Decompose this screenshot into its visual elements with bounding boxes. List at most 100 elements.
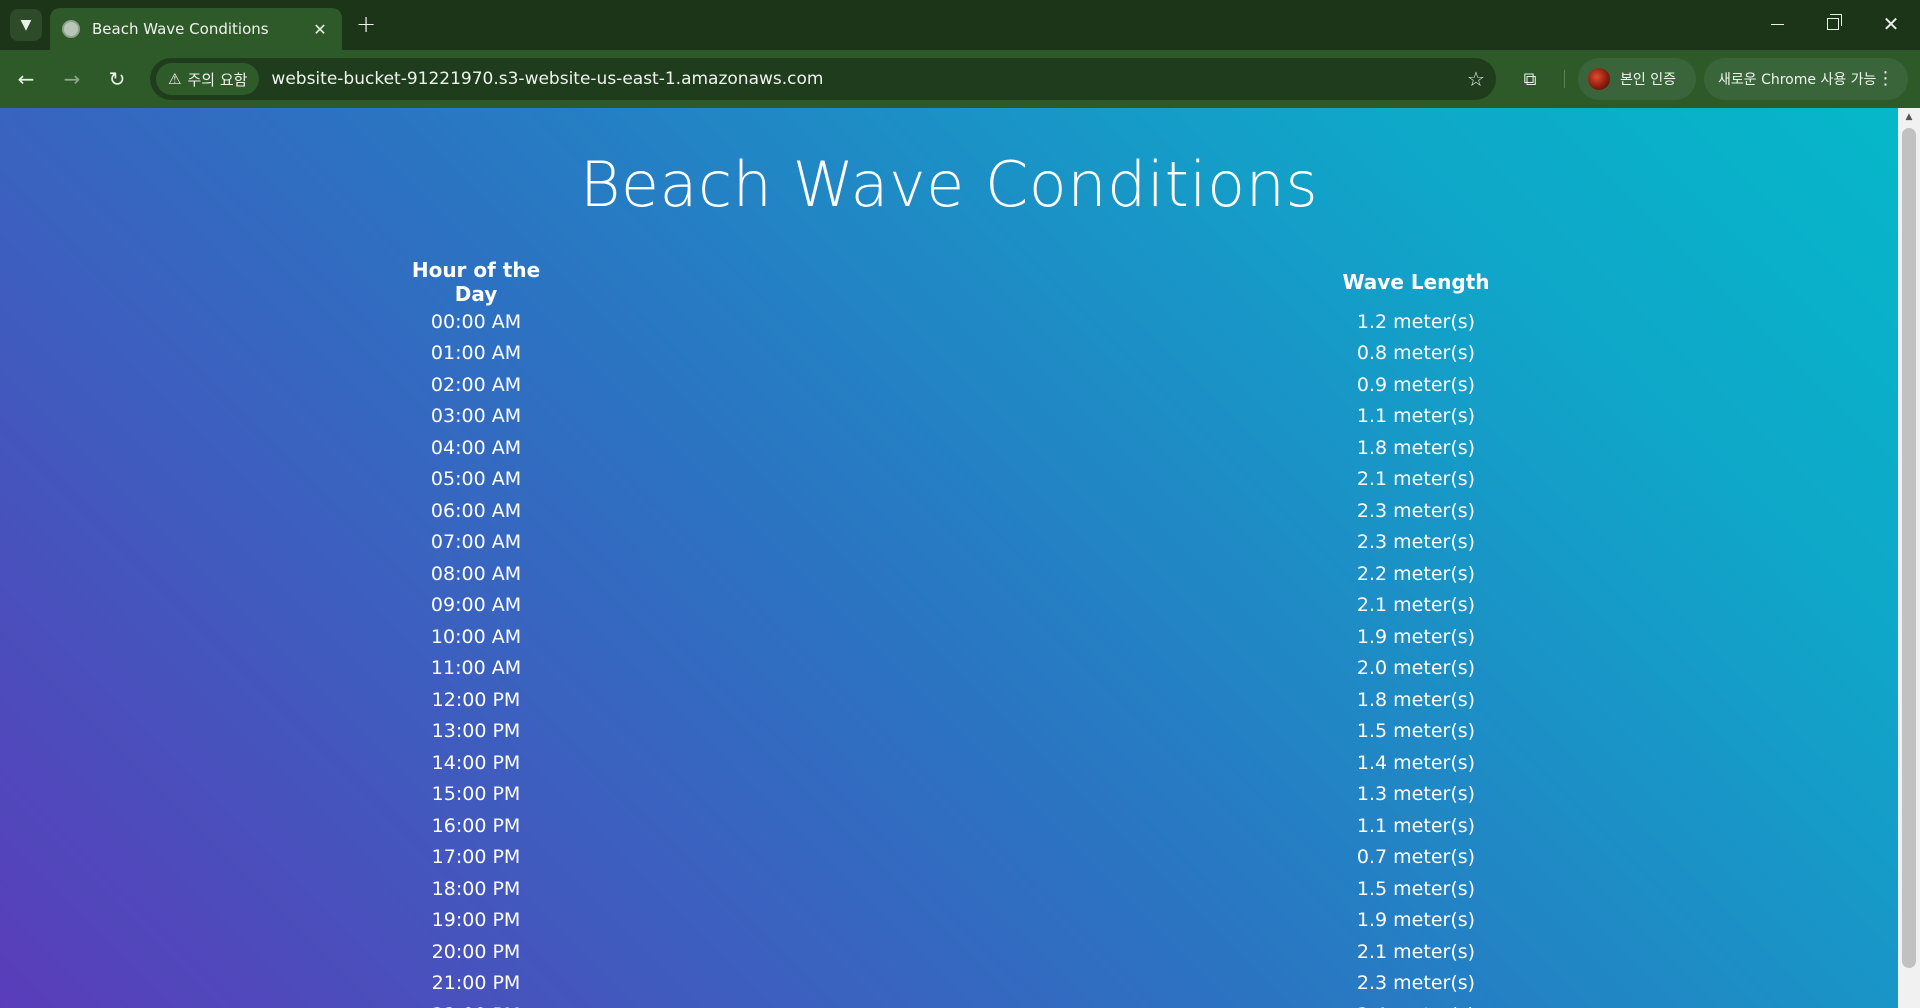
browser-toolbar: ← → ↻ ⚠ 주의 요함 website-bucket-91221970.s3… xyxy=(0,50,1920,108)
wave-length-cell: 1.5 meter(s) xyxy=(1356,720,1476,743)
table-row: 18:00 PM 1.5 meter(s) xyxy=(396,873,1496,905)
page-title: Beach Wave Conditions xyxy=(579,148,1319,221)
hour-cell: 04:00 AM xyxy=(430,436,522,459)
hour-cell: 00:00 AM xyxy=(430,310,522,333)
table-row: 15:00 PM 1.3 meter(s) xyxy=(396,779,1496,811)
hour-cell: 20:00 PM xyxy=(431,940,521,963)
table-row: 05:00 AM 2.1 meter(s) xyxy=(396,464,1496,496)
table-row: 11:00 AM 2.0 meter(s) xyxy=(396,653,1496,685)
hour-cell: 22:00 PM xyxy=(396,999,556,1008)
tab-strip: ▼ Beach Wave Conditions ✕ + ✕ xyxy=(0,0,1920,50)
arrow-right-icon[interactable]: → xyxy=(56,63,88,95)
wave-conditions-table: Hour of the Day Wave Length 00:00 AM 1.2 … xyxy=(396,258,1496,1008)
wave-length-cell: 1.1 meter(s) xyxy=(1356,405,1476,428)
hour-cell: 08:00 AM xyxy=(430,562,522,585)
scroll-thumb[interactable] xyxy=(1902,128,1916,968)
vertical-scrollbar[interactable]: ▲ xyxy=(1898,108,1920,1008)
wave-length-cell: 2.3 meter(s) xyxy=(1356,972,1476,995)
table-row: 01:00 AM 0.8 meter(s) xyxy=(396,338,1496,370)
browser-tab[interactable]: Beach Wave Conditions ✕ xyxy=(50,8,342,50)
wave-length-cell: 2.3 meter(s) xyxy=(1356,499,1476,522)
table-row: 08:00 AM 2.2 meter(s) xyxy=(396,558,1496,590)
table-header-row: Hour of the Day Wave Length xyxy=(396,258,1496,306)
page-viewport: Beach Wave Conditions Hour of the Day Wa… xyxy=(0,108,1920,1008)
table-row: 21:00 PM 2.3 meter(s) xyxy=(396,968,1496,1000)
wave-length-cell: 1.8 meter(s) xyxy=(1356,688,1476,711)
profile-label: 본인 인증 xyxy=(1620,72,1676,88)
table-row: 19:00 PM 1.9 meter(s) xyxy=(396,905,1496,937)
table-row: 03:00 AM 1.1 meter(s) xyxy=(396,401,1496,433)
chevron-down-icon[interactable]: ▼ xyxy=(10,9,42,41)
hour-cell: 18:00 PM xyxy=(431,877,521,900)
tab-title: Beach Wave Conditions xyxy=(92,20,269,38)
plus-icon[interactable]: + xyxy=(352,10,380,38)
table-row: 12:00 PM 1.8 meter(s) xyxy=(396,684,1496,716)
security-label: 주의 요함 xyxy=(187,70,248,89)
hour-cell: 05:00 AM xyxy=(430,468,522,491)
hour-cell: 02:00 AM xyxy=(430,373,522,396)
table-row: 17:00 PM 0.7 meter(s) xyxy=(396,842,1496,874)
wave-length-cell: 2.3 meter(s) xyxy=(1356,531,1476,554)
table-row: 10:00 AM 1.9 meter(s) xyxy=(396,621,1496,653)
wave-length-cell: 2.1 meter(s) xyxy=(1356,468,1476,491)
table-row: 00:00 AM 1.2 meter(s) xyxy=(396,306,1496,338)
table-row: 16:00 PM 1.1 meter(s) xyxy=(396,810,1496,842)
minimize-button[interactable] xyxy=(1754,8,1800,40)
column-header-hour: Hour of the Day xyxy=(411,258,541,306)
wave-length-cell: 1.9 meter(s) xyxy=(1356,625,1476,648)
wave-length-cell: 2.2 meter(s) xyxy=(1356,562,1476,585)
table-row: 06:00 AM 2.3 meter(s) xyxy=(396,495,1496,527)
table-row: 22:00 PM 2.4 meter(s) xyxy=(396,999,1496,1008)
wave-length-cell: 2.1 meter(s) xyxy=(1356,594,1476,617)
wave-length-cell: 1.2 meter(s) xyxy=(1356,310,1476,333)
table-row: 09:00 AM 2.1 meter(s) xyxy=(396,590,1496,622)
column-header-wave-length: Wave Length xyxy=(1342,270,1490,294)
table-row: 04:00 AM 1.8 meter(s) xyxy=(396,432,1496,464)
table-row: 13:00 PM 1.5 meter(s) xyxy=(396,716,1496,748)
globe-icon xyxy=(62,20,80,38)
wave-length-cell: 1.5 meter(s) xyxy=(1356,877,1476,900)
hour-cell: 19:00 PM xyxy=(431,909,521,932)
hour-cell: 16:00 PM xyxy=(431,814,521,837)
avatar xyxy=(1588,68,1610,90)
hour-cell: 17:00 PM xyxy=(431,846,521,869)
hour-cell: 21:00 PM xyxy=(431,972,521,995)
wave-length-cell: 1.1 meter(s) xyxy=(1356,814,1476,837)
table-row: 02:00 AM 0.9 meter(s) xyxy=(396,369,1496,401)
hour-cell: 06:00 AM xyxy=(430,499,522,522)
table-row: 20:00 PM 2.1 meter(s) xyxy=(396,936,1496,968)
wave-length-cell: 2.4 meter(s) xyxy=(1336,999,1496,1008)
hour-cell: 10:00 AM xyxy=(430,625,522,648)
kebab-icon[interactable]: ⋮ xyxy=(1876,70,1894,88)
hour-cell: 11:00 AM xyxy=(430,657,522,680)
window-close-button[interactable]: ✕ xyxy=(1868,8,1914,40)
chrome-update-button[interactable]: 새로운 Chrome 사용 가능 ⋮ xyxy=(1704,58,1908,100)
close-icon[interactable]: ✕ xyxy=(310,20,330,39)
restore-button[interactable] xyxy=(1810,8,1856,40)
hour-cell: 03:00 AM xyxy=(430,405,522,428)
star-icon[interactable]: ☆ xyxy=(1456,67,1496,91)
chrome-update-label: 새로운 Chrome 사용 가능 xyxy=(1718,72,1877,88)
hour-cell: 01:00 AM xyxy=(430,342,522,365)
hour-cell: 14:00 PM xyxy=(431,751,521,774)
profile-button[interactable]: 본인 인증 xyxy=(1578,58,1696,100)
wave-length-cell: 0.9 meter(s) xyxy=(1356,373,1476,396)
wave-length-cell: 1.3 meter(s) xyxy=(1356,783,1476,806)
wave-length-cell: 1.9 meter(s) xyxy=(1356,909,1476,932)
scroll-up-arrow-icon[interactable]: ▲ xyxy=(1898,108,1920,126)
wave-length-cell: 0.8 meter(s) xyxy=(1356,342,1476,365)
wave-length-cell: 1.4 meter(s) xyxy=(1356,751,1476,774)
arrow-left-icon[interactable]: ← xyxy=(10,63,42,95)
url-text[interactable]: website-bucket-91221970.s3-website-us-ea… xyxy=(271,69,1456,89)
address-bar[interactable]: ⚠ 주의 요함 website-bucket-91221970.s3-websi… xyxy=(150,58,1496,100)
wave-length-cell: 0.7 meter(s) xyxy=(1356,846,1476,869)
hour-cell: 15:00 PM xyxy=(431,783,521,806)
warning-icon: ⚠ xyxy=(168,70,182,88)
puzzle-icon[interactable]: ⧉ xyxy=(1514,63,1546,95)
wave-length-cell: 2.0 meter(s) xyxy=(1356,657,1476,680)
reload-icon[interactable]: ↻ xyxy=(101,63,133,95)
hour-cell: 13:00 PM xyxy=(431,720,521,743)
hour-cell: 09:00 AM xyxy=(430,594,522,617)
security-chip[interactable]: ⚠ 주의 요함 xyxy=(156,63,260,95)
table-row: 14:00 PM 1.4 meter(s) xyxy=(396,747,1496,779)
